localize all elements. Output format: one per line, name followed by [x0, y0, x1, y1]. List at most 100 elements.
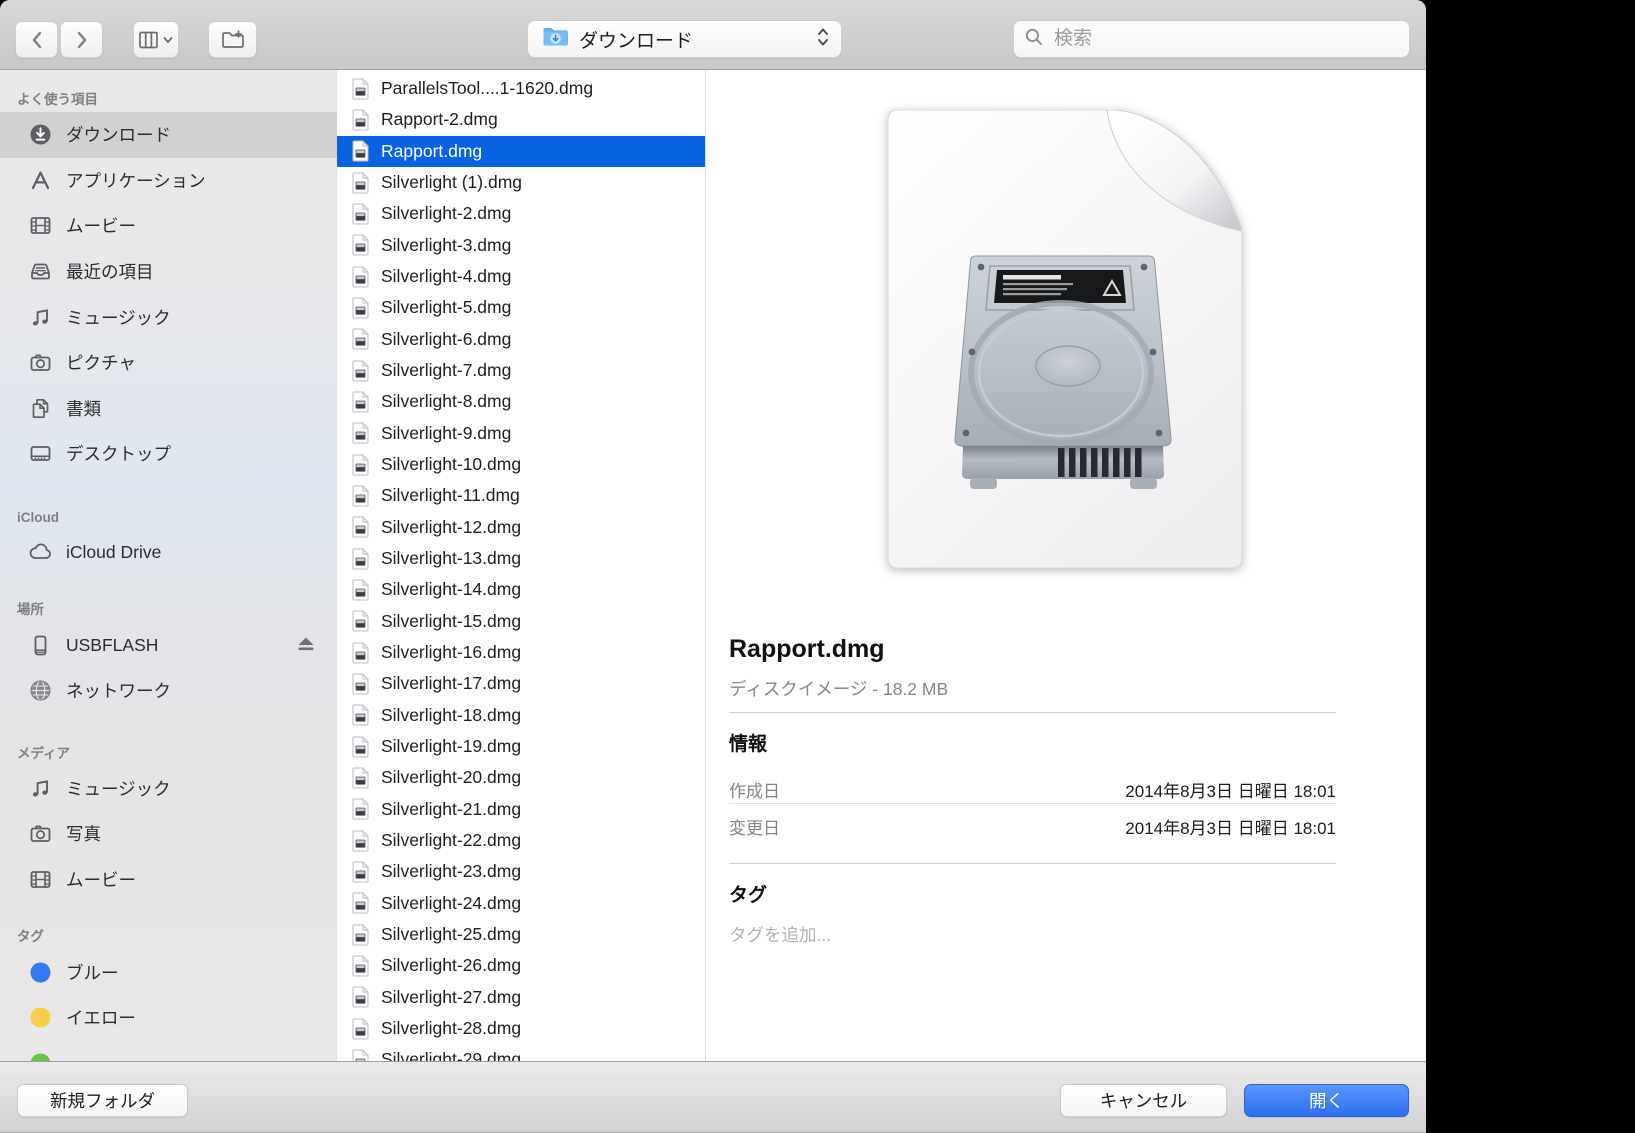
file-name: Silverlight-9.dmg — [381, 423, 511, 444]
file-row[interactable]: Silverlight-28.dmg — [337, 1013, 705, 1044]
file-row[interactable]: Silverlight-19.dmg — [337, 731, 705, 762]
documents-icon — [27, 395, 53, 421]
sidebar-item-ブルー[interactable]: ブルー — [0, 949, 337, 995]
file-row[interactable]: Silverlight-6.dmg — [337, 324, 705, 355]
sidebar-item-ダウンロード[interactable]: ダウンロード — [0, 112, 337, 158]
file-name: Silverlight-11.dmg — [381, 485, 520, 506]
file-name: Silverlight-15.dmg — [381, 611, 521, 632]
dmg-file-icon — [351, 109, 370, 131]
file-name: Silverlight-16.dmg — [381, 642, 521, 663]
file-row[interactable]: Silverlight-17.dmg — [337, 668, 705, 699]
file-row[interactable]: Silverlight-21.dmg — [337, 794, 705, 825]
file-row[interactable]: Silverlight-13.dmg — [337, 543, 705, 574]
file-name: Rapport.dmg — [381, 141, 482, 162]
open-button[interactable]: 開く — [1244, 1084, 1409, 1117]
file-row[interactable]: Silverlight-12.dmg — [337, 512, 705, 543]
dmg-file-icon — [351, 924, 370, 946]
dmg-file-icon — [351, 1018, 370, 1040]
created-value: 2014年8月3日 日曜日 18:01 — [1125, 777, 1336, 802]
sidebar-section-title: 場所 — [0, 597, 337, 622]
file-row[interactable]: Silverlight-22.dmg — [337, 825, 705, 856]
sidebar-item-最近の項目[interactable]: 最近の項目 — [0, 249, 337, 295]
dmg-file-icon — [351, 610, 370, 632]
file-row[interactable]: Silverlight-18.dmg — [337, 700, 705, 731]
dmg-file-icon — [351, 861, 370, 883]
file-row[interactable]: ParallelsTool....1-1620.dmg — [337, 73, 705, 104]
file-row[interactable]: Silverlight-14.dmg — [337, 574, 705, 605]
file-row[interactable]: Silverlight-9.dmg — [337, 418, 705, 449]
file-name: Silverlight-12.dmg — [381, 517, 521, 538]
eject-icon[interactable] — [295, 634, 317, 656]
file-row[interactable]: Silverlight-15.dmg — [337, 606, 705, 637]
file-name: Silverlight-3.dmg — [381, 235, 511, 256]
location-dropdown[interactable]: ダウンロード — [527, 20, 842, 58]
view-mode-button[interactable] — [133, 21, 179, 58]
divider — [729, 712, 1336, 713]
file-list: ParallelsTool....1-1620.dmgRapport-2.dmg… — [337, 70, 706, 1061]
dmg-file-icon — [351, 297, 370, 319]
sidebar-item-label: ピクチャ — [66, 350, 136, 375]
sidebar-item-tag[interactable] — [0, 1041, 337, 1062]
sidebar: よく使う項目ダウンロードアプリケーションムービー最近の項目ミュージックピクチャ書… — [0, 70, 337, 1061]
file-row[interactable]: Silverlight (1).dmg — [337, 167, 705, 198]
sidebar-section-title: メディア — [0, 741, 337, 766]
sidebar-item-ムービー[interactable]: ムービー — [0, 203, 337, 249]
file-row[interactable]: Silverlight-29.dmg — [337, 1044, 705, 1061]
file-row[interactable]: Silverlight-16.dmg — [337, 637, 705, 668]
file-row[interactable]: Rapport-2.dmg — [337, 104, 705, 135]
toolbar: ダウンロード — [0, 0, 1426, 70]
file-row[interactable]: Silverlight-4.dmg — [337, 261, 705, 292]
file-row[interactable]: Silverlight-20.dmg — [337, 762, 705, 793]
file-name: Silverlight-20.dmg — [381, 767, 521, 788]
sidebar-item-ネットワーク[interactable]: ネットワーク — [0, 668, 337, 714]
file-row[interactable]: Silverlight-25.dmg — [337, 919, 705, 950]
dmg-file-icon — [351, 485, 370, 507]
tag-icon — [27, 1005, 53, 1031]
cancel-button[interactable]: キャンセル — [1060, 1084, 1227, 1117]
file-row[interactable]: Silverlight-2.dmg — [337, 198, 705, 229]
sidebar-item-写真[interactable]: 写真 — [0, 811, 337, 857]
new-folder-icon — [221, 30, 245, 50]
sidebar-item-デスクトップ[interactable]: デスクトップ — [0, 431, 337, 477]
sidebar-item-ムービー[interactable]: ムービー — [0, 857, 337, 903]
sidebar-item-アプリケーション[interactable]: アプリケーション — [0, 158, 337, 204]
dmg-file-icon — [351, 454, 370, 476]
chevron-right-icon — [75, 30, 89, 50]
sidebar-item-iCloud Drive[interactable]: iCloud Drive — [0, 530, 337, 576]
sidebar-item-USBFLASH[interactable]: USBFLASH — [0, 622, 337, 668]
sidebar-item-label: アプリケーション — [66, 168, 206, 193]
file-row[interactable]: Rapport.dmg — [337, 136, 705, 167]
file-row[interactable]: Silverlight-5.dmg — [337, 292, 705, 323]
dmg-file-icon — [351, 704, 370, 726]
file-name: Silverlight (1).dmg — [381, 172, 522, 193]
file-row[interactable]: Silverlight-26.dmg — [337, 950, 705, 981]
file-row[interactable]: Silverlight-7.dmg — [337, 355, 705, 386]
file-row[interactable]: Silverlight-11.dmg — [337, 480, 705, 511]
file-row[interactable]: Silverlight-10.dmg — [337, 449, 705, 480]
back-button[interactable] — [15, 21, 58, 58]
file-row[interactable]: Silverlight-24.dmg — [337, 888, 705, 919]
info-section-title: 情報 — [729, 729, 1336, 756]
sidebar-item-書類[interactable]: 書類 — [0, 386, 337, 432]
sidebar-item-イエロー[interactable]: イエロー — [0, 995, 337, 1041]
dmg-file-icon — [351, 234, 370, 256]
file-row[interactable]: Silverlight-8.dmg — [337, 386, 705, 417]
dmg-file-icon — [351, 328, 370, 350]
forward-button[interactable] — [60, 21, 103, 58]
dmg-file-icon — [351, 579, 370, 601]
new-folder-button[interactable] — [208, 21, 257, 58]
new-folder-footer-button[interactable]: 新規フォルダ — [17, 1084, 188, 1117]
add-tags-field[interactable]: タグを追加... — [729, 922, 1336, 947]
search-field[interactable] — [1013, 20, 1410, 58]
sidebar-item-ピクチャ[interactable]: ピクチャ — [0, 340, 337, 386]
sidebar-item-label: USBFLASH — [66, 635, 158, 656]
sidebar-item-ミュージック[interactable]: ミュージック — [0, 294, 337, 340]
file-row[interactable]: Silverlight-27.dmg — [337, 982, 705, 1013]
file-row[interactable]: Silverlight-23.dmg — [337, 856, 705, 887]
sidebar-item-ミュージック[interactable]: ミュージック — [0, 766, 337, 812]
file-name: Silverlight-23.dmg — [381, 861, 521, 882]
dmg-file-icon — [351, 203, 370, 225]
dmg-file-icon — [351, 673, 370, 695]
search-input[interactable] — [1052, 27, 1399, 51]
file-row[interactable]: Silverlight-3.dmg — [337, 230, 705, 261]
